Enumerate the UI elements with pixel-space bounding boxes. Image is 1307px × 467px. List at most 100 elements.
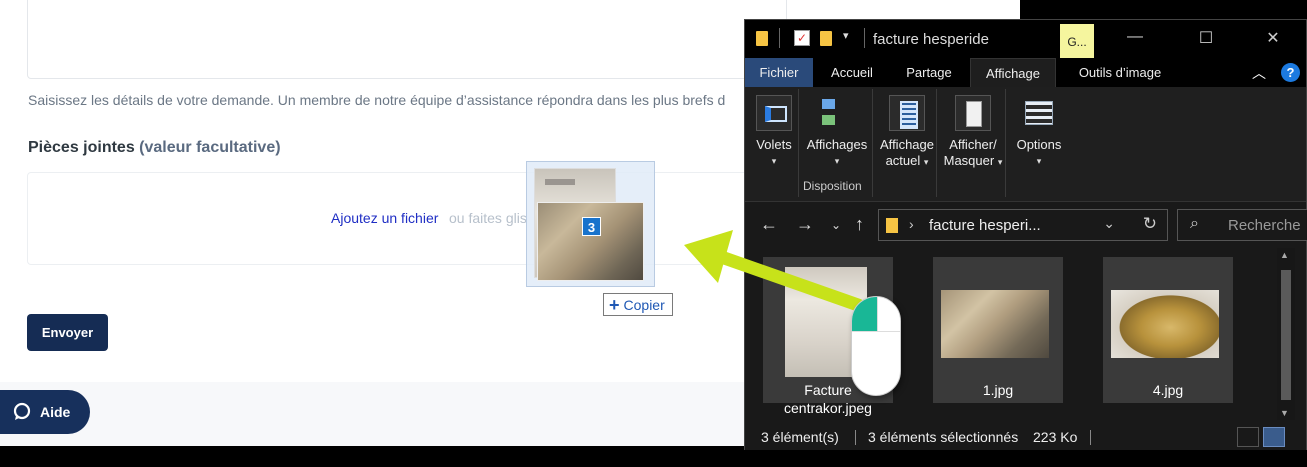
search-icon: ⌕ [1190,215,1199,232]
mouse-split-line [852,331,900,332]
plus-icon: + [609,294,620,315]
drag-preview: 3 [526,161,655,287]
mouse-left-button-icon [852,297,877,331]
tab-fichier[interactable]: Fichier [745,58,813,87]
folder-icon [886,218,898,233]
folder-icon [756,31,768,46]
title-badge: G... [1060,24,1094,58]
options-button[interactable]: Options ▾ [1011,91,1067,169]
volets-label: Volets [756,137,792,152]
tab-outils-image[interactable]: Outils d’image [1061,58,1179,87]
new-folder-icon[interactable] [820,31,832,46]
collapse-ribbon-icon[interactable]: ︿ [1252,63,1266,83]
large-icons-view-icon[interactable] [1263,427,1285,447]
status-separator [855,430,856,445]
affichage-actuel-label-1: Affichage [880,137,934,152]
affichage-actuel-label-2: actuel ▾ [878,153,936,170]
current-view-icon [889,95,925,131]
copy-tooltip-label: Copier [623,296,665,313]
affichages-caret-icon: ▾ [834,156,840,166]
explorer-titlebar[interactable]: ✓ ▾ facture hesperide G... — ☐ ✕ [745,20,1306,58]
tab-partage[interactable]: Partage [891,58,967,87]
tab-affichage[interactable]: Affichage [970,58,1056,87]
mouse-right-button-icon [877,297,900,331]
affichage-actuel-button[interactable]: Affichage actuel ▾ [878,91,936,170]
quick-access-dropdown-icon[interactable]: ▾ [843,29,849,42]
scroll-up-icon[interactable]: ▲ [1280,250,1289,260]
lamp-photo-thumbnail-icon [1111,290,1219,358]
scrollbar-thumb[interactable] [1281,270,1291,400]
attachments-label: Pièces jointes (valeur facultative) [28,139,281,157]
drag-preview-thumbnail-front [537,202,644,281]
file-item[interactable]: 4.jpg [1103,257,1233,403]
file-list: Facture centrakor.jpeg 1.jpg 4.jpg [745,248,1277,420]
submit-button[interactable]: Envoyer [27,314,108,351]
request-details-textarea[interactable] [27,0,787,79]
refresh-icon[interactable]: ↻ [1143,214,1157,234]
ribbon-tabs: Fichier Accueil Partage Affichage Outils… [745,58,1306,87]
scroll-down-icon[interactable]: ▼ [1280,408,1289,418]
options-icon [1021,95,1057,131]
window-title: facture hesperide [873,31,989,48]
drag-count-badge: 3 [582,217,601,236]
address-bar[interactable]: › facture hesperi... ⌄ ↻ [878,209,1168,241]
file-item[interactable]: 1.jpg [933,257,1063,403]
attachments-label-text: Pièces jointes [28,139,135,156]
afficher-label-1: Afficher/ [949,137,997,152]
affichage-actuel-caret-icon: ▾ [923,157,929,167]
search-box[interactable]: ⌕ Recherche [1177,209,1307,241]
dropzone-hint-text: ou faites glis [449,210,527,226]
chevron-right-icon: › [909,216,914,232]
mouse-icon [851,296,901,396]
recent-locations-icon[interactable]: ⌄ [831,218,841,232]
forward-arrow-icon[interactable]: → [796,214,814,235]
panes-icon [756,95,792,131]
copy-drop-tooltip: + Copier [603,293,673,316]
affichages-label: Affichages [806,137,868,152]
ribbon-group-affichage-actuel: Affichage actuel ▾ [877,89,937,197]
box-photo-thumbnail-icon [941,290,1049,358]
address-path: facture hesperi... [929,217,1041,234]
layout-icon [819,95,855,131]
search-placeholder: Recherche [1228,217,1301,234]
selected-count: 3 éléments sélectionnés [868,429,1019,445]
afficher-caret-icon: ▾ [997,157,1003,167]
add-file-link[interactable]: Ajoutez un fichier [331,210,438,226]
tab-accueil[interactable]: Accueil [817,58,887,87]
address-bar-row: ← → ⌄ ↑ › facture hesperi... ⌄ ↻ ⌕ Reche… [745,203,1307,247]
close-icon[interactable]: ✕ [1263,28,1283,48]
selected-size: 223 Ko [1033,429,1078,445]
volets-caret-icon: ▾ [771,156,777,166]
file-name: 1.jpg [982,382,1014,398]
details-view-icon[interactable] [1237,427,1259,447]
attachments-optional-text: (valeur facultative) [139,139,281,156]
options-caret-icon: ▾ [1036,156,1042,166]
help-widget-button[interactable]: Aide [0,390,90,434]
minimize-icon[interactable]: — [1125,28,1145,46]
up-arrow-icon[interactable]: ↑ [855,214,864,235]
ribbon-group-volets: Volets ▾ [749,89,799,197]
file-explorer-window: ✓ ▾ facture hesperide G... — ☐ ✕ Fichier… [744,19,1307,450]
details-help-text: Saisissez les détails de votre demande. … [28,92,726,108]
help-button-label: Aide [40,404,71,420]
chevron-down-icon[interactable]: ⌄ [1103,215,1115,232]
maximize-icon[interactable]: ☐ [1196,28,1216,48]
affichage-actuel-label-2-text: actuel [885,153,921,168]
vertical-scrollbar[interactable]: ▲ ▼ [1277,248,1295,420]
item-count: 3 élément(s) [761,429,839,445]
titlebar-separator [779,28,780,48]
back-arrow-icon[interactable]: ← [760,214,778,235]
afficher-masquer-button[interactable]: Afficher/ Masquer ▾ [941,91,1005,170]
screen: Saisissez les détails de votre demande. … [0,0,1307,467]
disposition-group-label: Disposition [803,179,862,193]
help-icon[interactable]: ? [1281,63,1300,82]
properties-icon[interactable]: ✓ [794,30,810,46]
titlebar-separator [864,28,865,48]
file-name: 4.jpg [1152,382,1184,398]
afficher-label-2: Masquer ▾ [941,153,1005,170]
ribbon-group-options: Options ▾ [1009,89,1069,197]
file-name-line-2: centrakor.jpeg [784,400,872,416]
volets-button[interactable]: Volets ▾ [752,91,796,169]
affichages-button[interactable]: Affichages ▾ [803,91,871,169]
afficher-label-2-text: Masquer [943,153,995,168]
